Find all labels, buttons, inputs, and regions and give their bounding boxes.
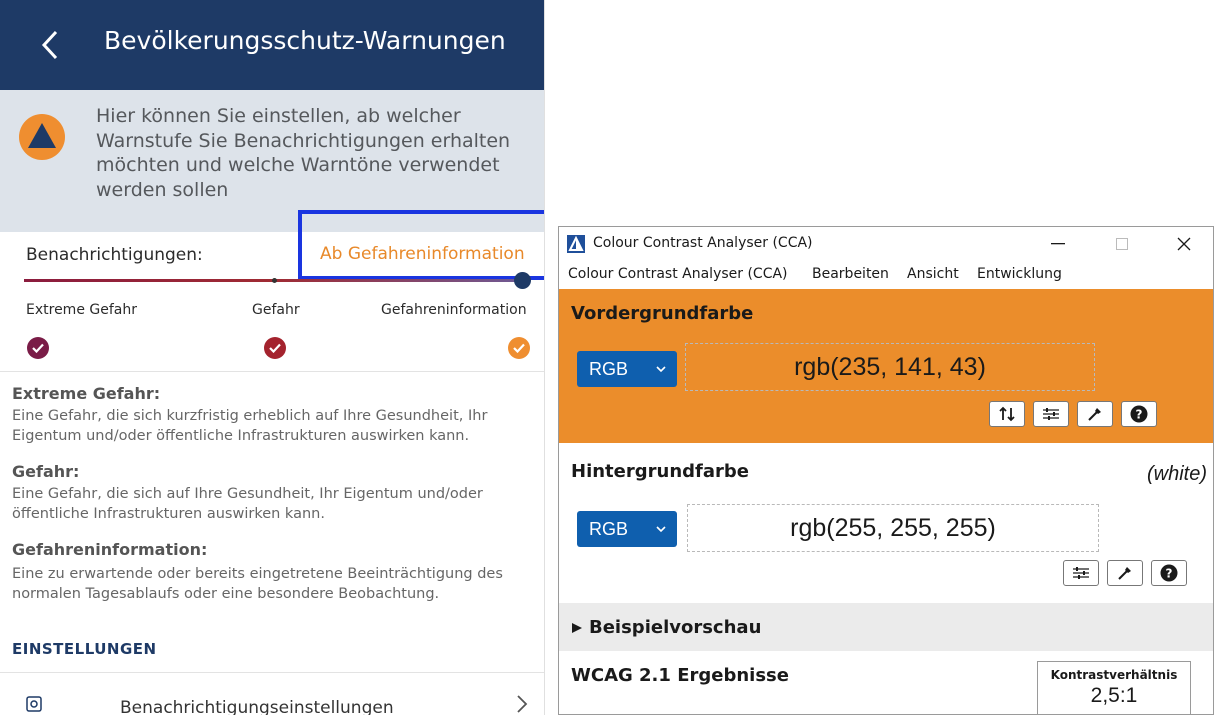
preview-expander[interactable]: Beispielvorschau [559, 603, 1213, 651]
background-picker-button[interactable] [1107, 560, 1143, 586]
desc-text-danger: Eine Gefahr, die sich auf Ihre Gesundhei… [12, 486, 483, 522]
eyedropper-icon [1088, 408, 1101, 421]
results-title: WCAG 2.1 Ergebnisse [571, 665, 789, 686]
background-sliders-button[interactable] [1063, 560, 1099, 586]
checkmark-icon [32, 343, 44, 353]
notifications-level-value[interactable]: Ab Gefahreninformation [320, 244, 525, 264]
warning-triangle-icon [19, 114, 65, 160]
settings-gear-icon [26, 696, 42, 712]
divider [0, 371, 544, 372]
background-color-input[interactable]: rgb(255, 255, 255) [687, 504, 1099, 552]
background-format-value: RGB [589, 518, 629, 539]
foreground-format-select[interactable]: RGB [577, 351, 677, 387]
level-label-danger: Gefahr [252, 302, 300, 318]
divider [0, 672, 544, 673]
chevron-down-icon [656, 366, 666, 373]
check-extreme[interactable] [27, 337, 49, 359]
swap-colors-button[interactable] [989, 401, 1025, 427]
close-button[interactable] [1159, 227, 1209, 261]
preview-label-text: Beispielvorschau [589, 617, 762, 638]
notifications-row[interactable]: Benachrichtigungen: Ab Gefahreninformati… [0, 232, 544, 284]
menu-cca[interactable]: Colour Contrast Analyser (CCA) [568, 266, 788, 282]
sliders-icon [1043, 408, 1059, 420]
foreground-format-value: RGB [589, 358, 629, 379]
foreground-picker-button[interactable] [1077, 401, 1113, 427]
desc-title-extreme: Extreme Gefahr: [12, 384, 161, 403]
cca-window: Colour Contrast Analyser (CCA) Colour Co… [558, 226, 1214, 715]
settings-section-heading: EINSTELLUNGEN [12, 640, 157, 658]
background-help-button[interactable]: ? [1151, 560, 1187, 586]
help-icon: ? [1160, 564, 1178, 582]
menu-entwicklung[interactable]: Entwicklung [977, 266, 1062, 282]
notification-settings-item[interactable]: Benachrichtigungseinstellungen [0, 686, 544, 715]
close-icon [1177, 237, 1191, 251]
menu-ansicht[interactable]: Ansicht [907, 266, 959, 282]
check-info[interactable] [508, 337, 530, 359]
foreground-section: Vordergrundfarbe RGB rgb(235, 141, 43) ? [559, 289, 1213, 443]
minimize-button[interactable] [1033, 227, 1083, 261]
back-button[interactable] [30, 22, 70, 68]
foreground-help-button[interactable]: ? [1121, 401, 1157, 427]
foreground-color-input[interactable]: rgb(235, 141, 43) [685, 343, 1095, 391]
settings-item-label: Benachrichtigungseinstellungen [120, 698, 394, 715]
background-color-hint: (white) [1146, 463, 1207, 485]
title-bar: Colour Contrast Analyser (CCA) [559, 227, 1213, 261]
help-icon: ? [1130, 405, 1148, 423]
maximize-icon [1116, 238, 1128, 250]
check-danger[interactable] [264, 337, 286, 359]
svg-text:?: ? [1166, 567, 1173, 581]
swap-icon [999, 406, 1015, 422]
notifications-label: Benachrichtigungen: [26, 245, 203, 265]
chevron-right-icon [517, 695, 528, 713]
minimize-icon [1051, 243, 1065, 245]
background-format-select[interactable]: RGB [577, 511, 677, 547]
foreground-title: Vordergrundfarbe [571, 303, 754, 324]
info-text: Hier können Sie einstellen, ab welcher W… [96, 105, 511, 201]
eyedropper-icon [1118, 567, 1131, 580]
foreground-sliders-button[interactable] [1033, 401, 1069, 427]
info-box: Hier können Sie einstellen, ab welcher W… [0, 90, 544, 232]
maximize-button[interactable] [1097, 227, 1147, 261]
sliders-icon [1073, 567, 1089, 579]
menu-bar: Colour Contrast Analyser (CCA) Bearbeite… [559, 261, 1213, 287]
contrast-ratio-value: 2,5:1 [1090, 684, 1138, 707]
preview-label: Beispielvorschau [571, 617, 761, 638]
triangle-right-icon [572, 623, 582, 633]
chevron-down-icon [656, 526, 666, 533]
background-title: Hintergrundfarbe [571, 461, 749, 482]
window-title: Colour Contrast Analyser (CCA) [593, 235, 813, 251]
desc-title-info: Gefahreninformation: [12, 540, 208, 559]
desc-text-info: Eine zu erwartende oder bereits eingetre… [12, 566, 503, 602]
svg-text:?: ? [1136, 408, 1143, 422]
warning-app-panel: Bevölkerungsschutz-Warnungen Hier können… [0, 0, 545, 715]
desc-title-danger: Gefahr: [12, 462, 80, 481]
level-label-info: Gefahreninformation [381, 302, 527, 318]
contrast-ratio-label: Kontrastverhältnis [1050, 668, 1178, 682]
desc-text-extreme: Eine Gefahr, die sich kurzfristig erhebl… [12, 408, 488, 444]
cca-app-icon [567, 235, 585, 253]
slider-stop-dot [272, 278, 277, 283]
chevron-left-icon [41, 30, 58, 60]
checkmark-icon [513, 343, 525, 353]
slider-thumb[interactable] [514, 272, 531, 289]
contrast-ratio-box: Kontrastverhältnis 2,5:1 [1037, 661, 1191, 714]
level-label-extreme: Extreme Gefahr [26, 302, 137, 318]
app-header: Bevölkerungsschutz-Warnungen [0, 0, 544, 90]
checkmark-icon [269, 343, 281, 353]
menu-bearbeiten[interactable]: Bearbeiten [812, 266, 889, 282]
page-title: Bevölkerungsschutz-Warnungen [104, 26, 506, 55]
